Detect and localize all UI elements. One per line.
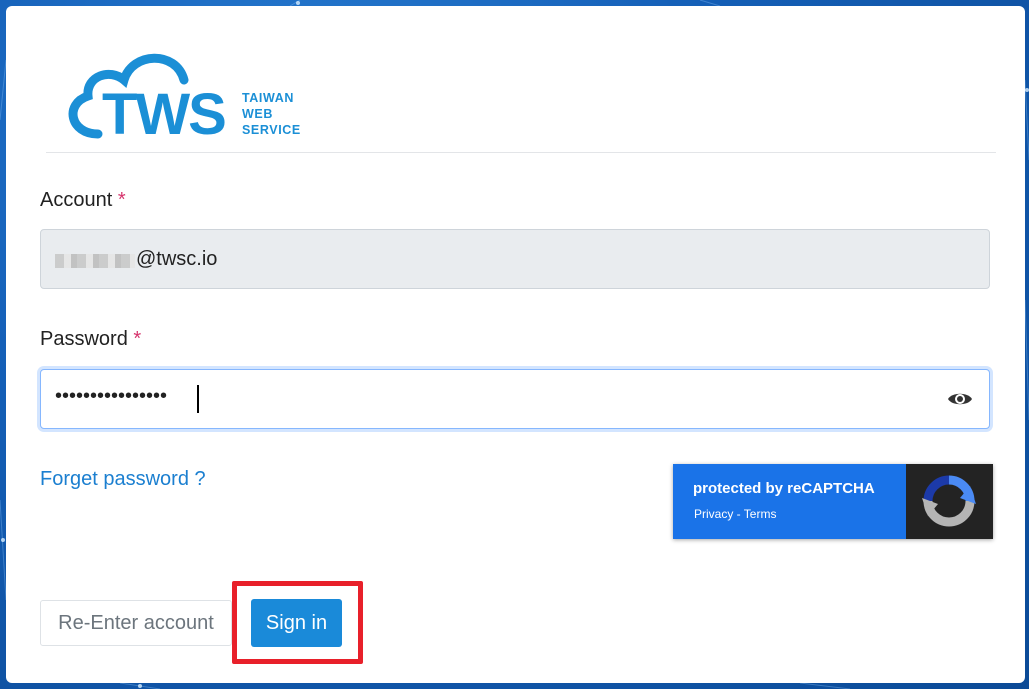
login-card: TWS TAIWAN WEB SERVICE xyxy=(6,6,1025,683)
logo-subtitle: TAIWAN WEB SERVICE xyxy=(242,90,301,138)
recaptcha-icon xyxy=(922,475,976,527)
password-value: •••••••••••••••• xyxy=(55,385,168,407)
forget-password-link[interactable]: Forget password ? xyxy=(40,468,206,491)
reenter-account-button[interactable]: Re-Enter account xyxy=(40,600,232,646)
eye-icon[interactable] xyxy=(947,389,973,409)
sign-in-button[interactable]: Sign in xyxy=(251,599,342,647)
required-mark: * xyxy=(133,328,142,350)
account-field[interactable]: @twsc.io xyxy=(40,229,990,289)
redacted-username xyxy=(55,254,135,268)
recaptcha-badge: protected by reCAPTCHA Privacy - Terms xyxy=(673,464,993,539)
header-divider xyxy=(46,152,996,153)
logo-sub-line-3: SERVICE xyxy=(242,123,301,137)
password-field[interactable]: •••••••••••••••• xyxy=(40,369,990,429)
recaptcha-separator: - xyxy=(733,507,744,521)
account-label: Account * xyxy=(40,189,126,212)
recaptcha-protected-text: protected by reCAPTCHA xyxy=(693,480,875,497)
password-label-text: Password xyxy=(40,328,128,350)
text-caret xyxy=(197,385,199,413)
recaptcha-logo xyxy=(906,464,993,539)
recaptcha-privacy-link[interactable]: Privacy xyxy=(694,507,733,521)
svg-text:TWS: TWS xyxy=(102,82,225,142)
logo-sub-line-2: WEB xyxy=(242,107,273,121)
required-mark: * xyxy=(117,189,126,211)
recaptcha-links: Privacy - Terms xyxy=(694,507,776,521)
logo-sub-line-1: TAIWAN xyxy=(242,91,294,105)
account-value: @twsc.io xyxy=(136,248,218,270)
account-label-text: Account xyxy=(40,189,113,211)
recaptcha-terms-link[interactable]: Terms xyxy=(744,507,777,521)
password-label: Password * xyxy=(40,328,141,351)
